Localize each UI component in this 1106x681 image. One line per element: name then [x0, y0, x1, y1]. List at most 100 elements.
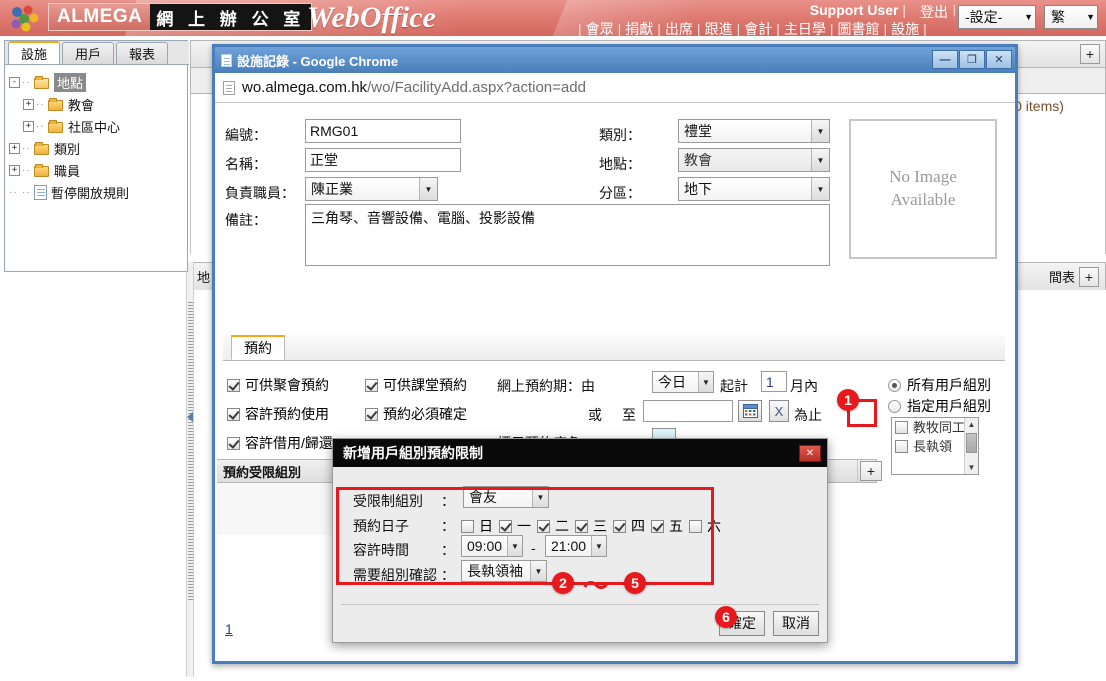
language-dropdown[interactable]: 繁 ▼ [1044, 5, 1098, 29]
user-group-listbox[interactable]: 教牧同工 長執領 ▲ ▼ [891, 417, 979, 475]
maximize-icon[interactable]: ❐ [959, 50, 985, 69]
checkbox-icon[interactable] [895, 421, 908, 434]
name-input[interactable] [305, 148, 461, 172]
dialog-footer: 確定 取消 [341, 604, 819, 636]
tree-expand-icon[interactable]: + [23, 120, 34, 132]
checkbox-label: 預約必須確定 [383, 406, 467, 422]
tab-reservation[interactable]: 預約 [231, 335, 285, 360]
checkbox-label: 容許借用/歸還 [245, 435, 333, 451]
restricted-group-select[interactable]: 會友 ▼ [463, 486, 549, 508]
checkbox-icon-thu[interactable] [613, 519, 626, 533]
menu-item-donation[interactable]: 捐獻 [621, 21, 657, 36]
radio-icon[interactable] [888, 378, 901, 392]
tree-item-church[interactable]: + ·· 教會 [9, 93, 183, 115]
calendar-icon[interactable] [738, 400, 762, 422]
dialog-cancel-button[interactable]: 取消 [773, 610, 819, 636]
tab-users[interactable]: 用戶 [62, 42, 114, 64]
checkbox-allow-reservation-use[interactable]: 容許預約使用 [227, 404, 329, 424]
menu-item-facility[interactable]: 設施 [887, 21, 923, 36]
grid-add-restriction-button[interactable]: + [860, 461, 882, 481]
left-nav-panel: 設施 用戶 報表 - ·· 地點 + ·· 教會 + ·· 社區中心 + ·· … [4, 40, 189, 272]
zone-select[interactable]: 地下 ▼ [678, 177, 830, 201]
topbar-pipe-1: | [902, 2, 906, 18]
tab-reports[interactable]: 報表 [116, 42, 168, 64]
time-to-value: 21:00 [551, 538, 587, 554]
chevron-down-icon: ▼ [507, 536, 522, 556]
scrollbar-thumb[interactable] [966, 433, 977, 453]
tree-item-location[interactable]: - ·· 地點 [9, 71, 183, 93]
tree-expand-icon[interactable]: + [9, 164, 20, 176]
tree-item-community-center[interactable]: + ·· 社區中心 [9, 115, 183, 137]
tree-item-suspension-rule[interactable]: ·· ·· 暫停開放規則 [9, 181, 183, 203]
checkbox-icon[interactable] [227, 378, 240, 392]
tab-facility[interactable]: 設施 [8, 41, 60, 64]
chevron-down-icon: ▼ [811, 120, 829, 142]
radio-icon[interactable] [888, 399, 901, 413]
checkbox-icon[interactable] [365, 378, 378, 392]
folder-icon [34, 141, 50, 155]
period-to-input[interactable] [643, 400, 733, 422]
remarks-textarea[interactable]: 三角琴、音響設備、電腦、投影設備 [305, 204, 830, 266]
minimize-icon[interactable]: — [932, 50, 958, 69]
tree-expand-icon[interactable]: + [23, 98, 34, 110]
checkbox-icon[interactable] [365, 407, 378, 421]
checkbox-icon[interactable] [227, 407, 240, 421]
checkbox-icon-tue[interactable] [537, 519, 550, 533]
tree-item-category[interactable]: + ·· 類別 [9, 137, 183, 159]
time-to-select[interactable]: 21:00 ▼ [545, 535, 607, 557]
time-from-value: 09:00 [467, 538, 503, 554]
close-icon[interactable]: ✕ [799, 444, 821, 462]
checkbox-icon-sun[interactable] [461, 519, 474, 533]
menu-item-followup[interactable]: 跟進 [701, 21, 737, 36]
checkbox-icon-mon[interactable] [499, 519, 512, 533]
checkbox-icon-wed[interactable] [575, 519, 588, 533]
listbox-scrollbar[interactable]: ▲ ▼ [964, 418, 978, 474]
chrome-address-bar[interactable]: wo.almega.com.hk/wo/FacilityAdd.aspx?act… [215, 73, 1015, 103]
checkbox-meeting-reservation[interactable]: 可供聚會預約 [227, 375, 329, 395]
schedule-add-button[interactable]: + [1079, 266, 1099, 287]
splitter-collapse-arrow-icon[interactable] [187, 412, 193, 422]
menu-item-attendance[interactable]: 出席 [661, 21, 697, 36]
checkbox-icon-sat[interactable] [689, 519, 702, 533]
menu-item-library[interactable]: 圖書館 [833, 21, 883, 36]
period-from-select[interactable]: 今日 ▼ [652, 371, 714, 393]
background-section-title: 地 [197, 270, 211, 285]
restricted-group-label-text: 受限制組別 [353, 493, 423, 509]
checkbox-class-reservation[interactable]: 可供課堂預約 [365, 375, 467, 395]
count-from-label: 起計 [720, 378, 748, 394]
close-icon[interactable]: ✕ [986, 50, 1012, 69]
menu-item-accounting[interactable]: 會計 [740, 21, 776, 36]
checkbox-allow-borrow-return[interactable]: 容許借用/歸還 [227, 433, 333, 453]
tree-expand-icon[interactable]: + [9, 142, 20, 154]
confirm-group-select[interactable]: 長執領袖 ▼ [461, 560, 547, 582]
checkbox-icon[interactable] [227, 436, 240, 450]
no-image-line-2: Available [890, 190, 956, 209]
background-add-button[interactable]: + [1080, 44, 1100, 64]
time-from-select[interactable]: 09:00 ▼ [461, 535, 523, 557]
staff-select[interactable]: 陳正業 ▼ [305, 177, 438, 201]
page-icon [221, 53, 232, 67]
radio-all-user-groups[interactable]: 所有用戶組別 [888, 375, 991, 395]
calendar-glyph [742, 404, 758, 418]
scroll-up-arrow-icon[interactable]: ▲ [965, 418, 978, 431]
months-input[interactable] [761, 371, 787, 392]
checkbox-icon[interactable] [895, 440, 908, 453]
radio-specified-user-groups[interactable]: 指定用戶組別 [888, 396, 991, 416]
tree-collapse-icon[interactable]: - [9, 76, 20, 88]
settings-dropdown[interactable]: -設定- ▼ [958, 5, 1036, 29]
clear-date-button[interactable]: X [769, 400, 789, 422]
checkbox-reservation-must-confirm[interactable]: 預約必須確定 [365, 404, 467, 424]
checkbox-icon-fri[interactable] [651, 519, 664, 533]
code-input[interactable] [305, 119, 461, 143]
dialog-body: 受限制組別 ： 會友 ▼ 預約日子 ： 日 一 二 三 四 五 六 容許時間 ：… [333, 467, 827, 607]
day-label-fri: 五 [669, 518, 683, 534]
scroll-down-arrow-icon[interactable]: ▼ [965, 461, 978, 474]
staff-label: 負責職員： [225, 185, 295, 201]
tree-item-staff[interactable]: + ·· 職員 [9, 159, 183, 181]
location-select[interactable]: 教會 ▼ [678, 148, 830, 172]
grid-page-number[interactable]: 1 [225, 621, 233, 637]
panel-splitter[interactable] [186, 262, 194, 677]
menu-item-congregation[interactable]: 會眾 [582, 21, 618, 36]
menu-item-sundayschool[interactable]: 主日學 [780, 21, 830, 36]
category-select[interactable]: 禮堂 ▼ [678, 119, 830, 143]
